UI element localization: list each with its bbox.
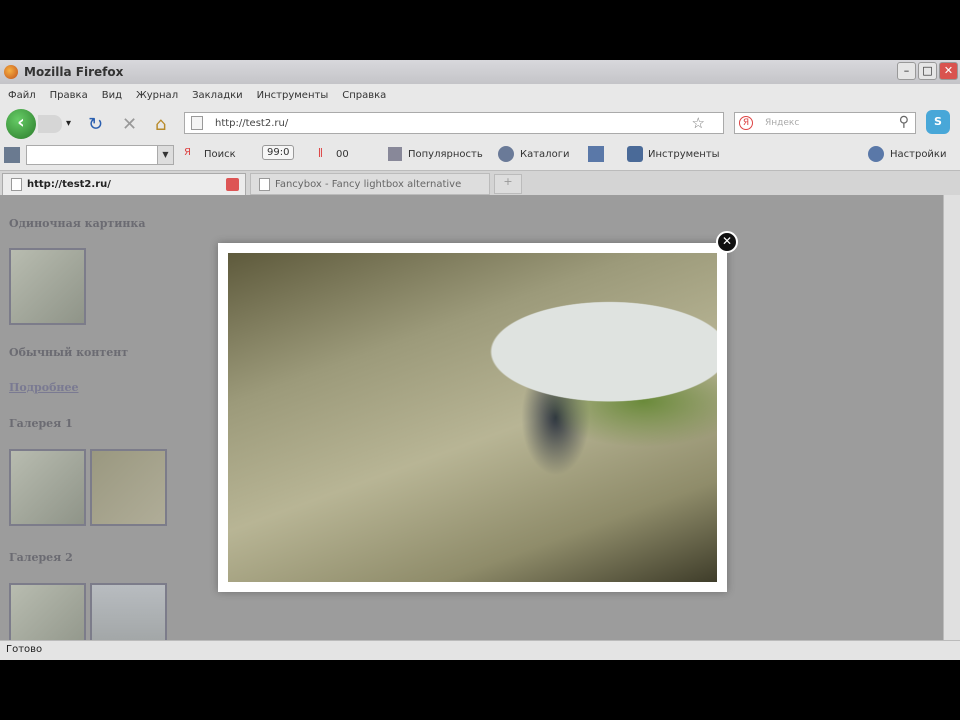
gallery1-thumb-1[interactable] [9,449,86,526]
toolbar-icon [4,147,20,163]
page-icon [259,178,270,191]
window-title: Mozilla Firefox [24,65,124,79]
popularity-button[interactable]: Популярность [408,149,483,160]
yandex-icon: Я [739,116,753,130]
menu-file[interactable]: Файл [8,90,36,101]
tools-icon [627,146,643,162]
menu-tools[interactable]: Инструменты [257,90,329,101]
settings-button[interactable]: Настройки [890,149,946,160]
menu-bar: Файл Правка Вид Журнал Закладки Инструме… [0,84,960,106]
mail-icon: ǁ [318,147,323,158]
history-dropdown-icon[interactable]: ▾ [66,118,71,129]
search-icon[interactable]: ⚲ [899,114,909,130]
tab-bar: http://test2.ru/ Fancybox - Fancy lightb… [0,170,960,195]
menu-help[interactable]: Справка [342,90,386,101]
page-icon [191,116,203,130]
reload-icon[interactable]: ↻ [88,114,103,135]
menu-bookmarks[interactable]: Закладки [192,90,243,101]
page-icon [11,178,22,191]
menu-view[interactable]: Вид [102,90,122,101]
mail-count[interactable]: 00 [336,149,349,160]
yandex-toolbar: ▼ Я Поиск 99:0 ǁ 00 Популярность Каталог… [0,140,960,170]
firefox-icon [4,65,18,79]
navigation-bar: ‹ ▾ ↻ ✕ ⌂ http://test2.ru/ ☆ Я Яндекс ⚲ … [0,106,960,140]
close-tab-icon[interactable] [226,178,239,191]
bookmark-star-icon[interactable]: ☆ [692,114,705,132]
more-link[interactable]: Подробнее [9,381,78,394]
minimize-button[interactable]: – [897,62,916,80]
tools-button[interactable]: Инструменты [648,149,720,160]
url-text: http://test2.ru/ [215,117,289,129]
menu-history[interactable]: Журнал [136,90,178,101]
yandex-search-combo[interactable]: ▼ [26,145,174,165]
popularity-icon [388,147,402,161]
gallery2-thumb-1[interactable] [9,583,86,640]
search-box[interactable]: Я Яндекс ⚲ [734,112,916,134]
home-icon[interactable]: ⌂ [155,114,166,135]
menu-edit[interactable]: Правка [50,90,88,101]
heading-content: Обычный контент [9,346,129,359]
maximize-button[interactable]: □ [918,62,937,80]
yandex-search-button[interactable]: Поиск [204,149,236,160]
heading-single-image: Одиночная картинка [9,217,146,230]
settings-icon [868,146,884,162]
stop-icon[interactable]: ✕ [122,114,137,135]
lightbox-close-button[interactable]: ✕ [716,231,738,253]
tab-test2[interactable]: http://test2.ru/ [2,173,246,195]
catalogs-button[interactable]: Каталоги [520,149,569,160]
gallery2-thumb-2[interactable] [90,583,167,640]
close-window-button[interactable]: ✕ [939,62,958,80]
heading-gallery1: Галерея 1 [9,417,73,430]
tab-label: Fancybox - Fancy lightbox alternative [275,178,462,190]
back-button[interactable]: ‹ [6,109,36,139]
vertical-scrollbar[interactable] [943,195,960,640]
skype-icon[interactable]: S [926,110,950,134]
search-placeholder: Яндекс [765,118,800,128]
panel-icon[interactable] [588,146,604,162]
tic-counter: 99:0 [262,145,295,160]
catalogs-icon [498,146,514,162]
status-bar: Готово [0,640,960,660]
heading-gallery2: Галерея 2 [9,551,73,564]
new-tab-button[interactable]: + [494,174,522,194]
forward-button[interactable] [38,115,62,133]
gallery1-thumb-2[interactable] [90,449,167,526]
lightbox-image[interactable] [228,253,717,582]
title-bar: Mozilla Firefox – □ ✕ [0,60,960,84]
yandex-logo-icon: Я [184,147,191,158]
tab-label: http://test2.ru/ [27,179,111,190]
chevron-down-icon[interactable]: ▼ [157,146,173,164]
fancybox-lightbox [218,243,727,592]
tab-fancybox[interactable]: Fancybox - Fancy lightbox alternative [250,173,490,195]
url-bar[interactable]: http://test2.ru/ ☆ [184,112,724,134]
thumbnail-single[interactable] [9,248,86,325]
